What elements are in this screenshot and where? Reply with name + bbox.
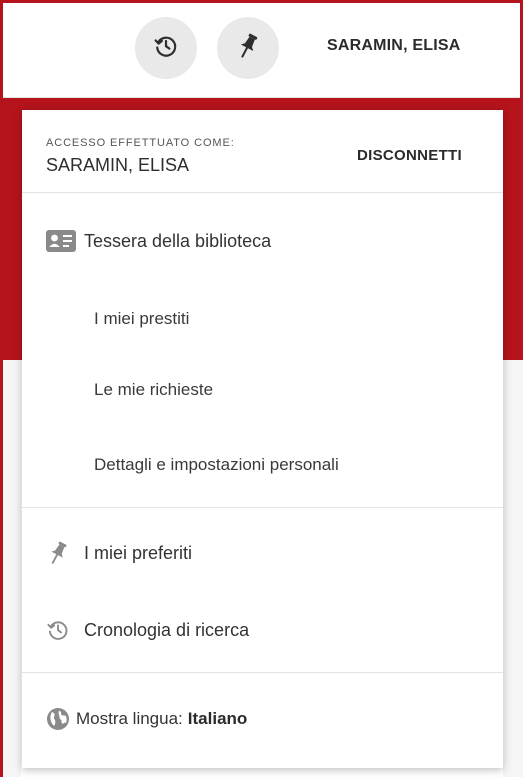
menu-item-search-history[interactable]: Cronologia di ricerca <box>46 612 249 648</box>
history-icon <box>153 33 179 64</box>
menu-item-label: Tessera della biblioteca <box>84 230 272 251</box>
signed-in-user-name: SARAMIN, ELISA <box>46 155 190 175</box>
menu-item-label: I miei preferiti <box>84 542 193 563</box>
id-card-icon <box>46 226 84 256</box>
logout-button[interactable]: DISCONNETTI <box>357 147 462 164</box>
user-dropdown-panel: ACCESSO EFFETTUATO COME: SARAMIN, ELISA … <box>22 110 503 768</box>
user-menu-toggle[interactable]: SARAMIN, ELISA <box>327 37 460 55</box>
menu-item-personal-settings[interactable]: Dettagli e impostazioni personali <box>94 455 339 475</box>
divider <box>22 507 503 508</box>
divider <box>22 672 503 673</box>
language-value: Italiano <box>187 709 248 728</box>
menu-item-my-loans[interactable]: I miei prestiti <box>94 309 189 329</box>
signed-in-label: ACCESSO EFFETTUATO COME: <box>46 137 235 149</box>
pin-icon <box>235 32 261 65</box>
favorites-button[interactable] <box>217 17 279 79</box>
pin-icon <box>46 538 84 568</box>
divider <box>22 192 503 193</box>
background-page-right <box>503 360 523 777</box>
background-page <box>3 360 21 777</box>
history-icon <box>46 615 84 645</box>
globe-icon <box>46 704 76 734</box>
menu-item-library-card[interactable]: Tessera della biblioteca <box>46 223 271 259</box>
top-bar: SARAMIN, ELISA <box>3 3 520 98</box>
menu-item-label: Cronologia di ricerca <box>84 619 250 640</box>
menu-item-favorites[interactable]: I miei preferiti <box>46 535 192 571</box>
search-history-button[interactable] <box>135 17 197 79</box>
language-label: Mostra lingua: <box>76 709 183 728</box>
menu-item-my-requests[interactable]: Le mie richieste <box>94 380 213 400</box>
language-selector[interactable]: Mostra lingua: Italiano <box>46 701 247 737</box>
